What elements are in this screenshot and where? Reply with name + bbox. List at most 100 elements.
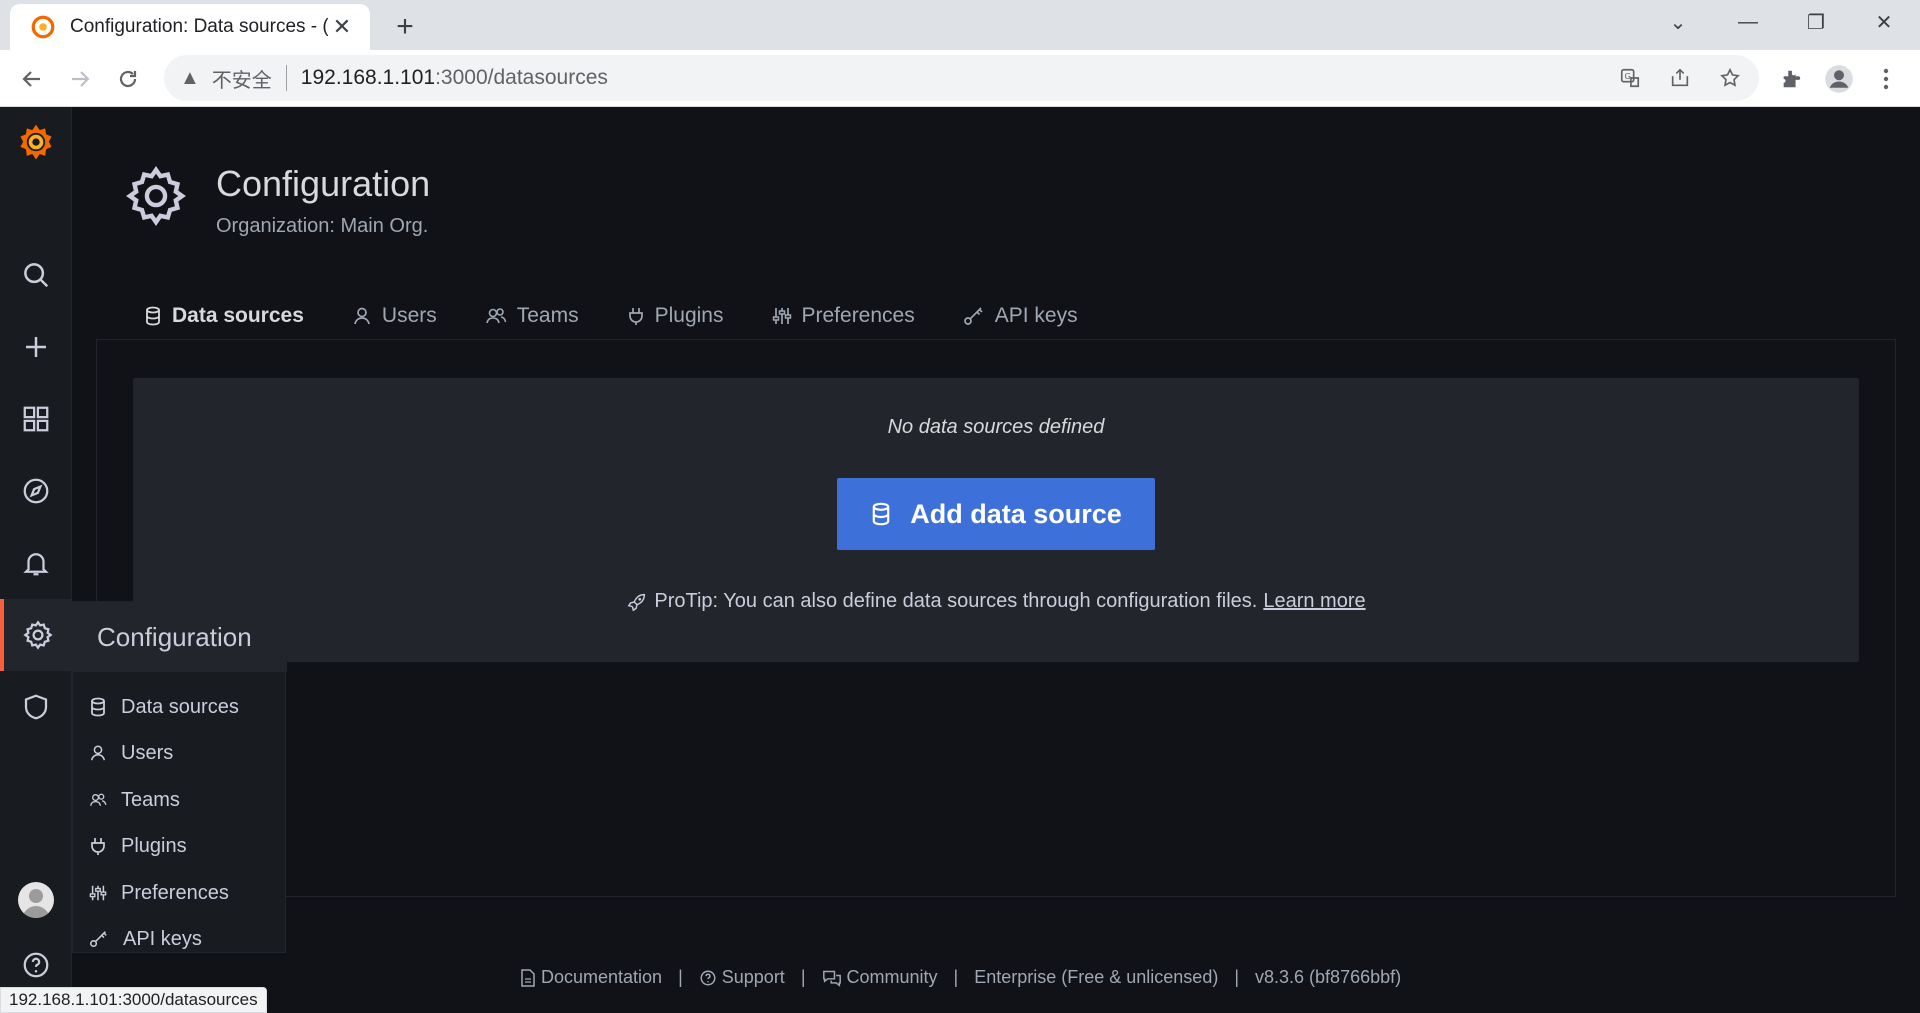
address-bar[interactable]: ▲ 不安全 192.168.1.101 :3000/datasources G xyxy=(164,55,1759,101)
plug-icon xyxy=(91,838,105,855)
search-icon[interactable] xyxy=(0,239,72,311)
flyout-item-label: Plugins xyxy=(121,834,187,857)
page-header-gear-icon xyxy=(123,163,189,229)
side-menu xyxy=(0,107,72,1013)
warning-icon[interactable]: ▲ xyxy=(180,67,200,90)
protip-text: ProTip: You can also define data sources… xyxy=(654,590,1258,612)
reload-icon[interactable] xyxy=(108,59,148,99)
footer-separator: | xyxy=(1234,967,1240,987)
flyout-item-teams[interactable]: Teams xyxy=(73,777,287,823)
configuration-gear-icon[interactable] xyxy=(0,599,72,671)
empty-list-cta: No data sources defined Add data source … xyxy=(133,378,1859,662)
browser-tab-bar: Configuration: Data sources - ( ✕ + ⌄ — … xyxy=(0,0,1920,50)
browser-menu-icon[interactable] xyxy=(1866,59,1906,99)
empty-message: No data sources defined xyxy=(887,416,1105,438)
page-title: Configuration xyxy=(216,163,431,204)
url-host: 192.168.1.101 xyxy=(300,66,436,89)
comments-icon xyxy=(822,970,841,987)
flyout-item-label: Users xyxy=(121,741,174,764)
flyout-item-plugins[interactable]: Plugins xyxy=(73,823,287,869)
svg-text:G: G xyxy=(1625,71,1631,81)
database-icon xyxy=(91,697,105,717)
footer-separator: | xyxy=(678,967,683,987)
footer-separator: | xyxy=(800,967,806,987)
tab-preferences-label: Preferences xyxy=(801,304,915,327)
restore-icon[interactable]: ❐ xyxy=(1782,0,1850,44)
tab-teams-label: Teams xyxy=(516,304,579,327)
tab-teams[interactable]: Teams xyxy=(461,285,603,347)
omnibox-actions: G xyxy=(1615,63,1745,93)
browser-tab-title: Configuration: Data sources - ( xyxy=(70,16,328,37)
tab-users[interactable]: Users xyxy=(328,285,461,347)
footer-support-link[interactable]: Support xyxy=(699,967,785,988)
user-icon xyxy=(90,745,106,761)
address-separator xyxy=(285,65,287,91)
browser-tab[interactable]: Configuration: Data sources - ( ✕ xyxy=(10,4,370,50)
sliders-icon xyxy=(772,308,791,324)
close-window-icon[interactable]: ✕ xyxy=(1850,0,1918,44)
flyout-item-label: Preferences xyxy=(121,881,229,904)
tab-plugins-label: Plugins xyxy=(654,304,724,327)
users-icon xyxy=(89,793,107,806)
grafana-favicon-icon xyxy=(31,15,55,39)
dashboards-icon[interactable] xyxy=(0,383,72,455)
url-path: :3000/datasources xyxy=(435,66,608,89)
forward-icon[interactable] xyxy=(60,59,100,99)
configuration-flyout-menu: Configuration Data sources Users Teams P… xyxy=(72,601,287,953)
database-icon xyxy=(872,502,890,526)
plug-icon xyxy=(628,308,643,325)
user-avatar[interactable] xyxy=(18,882,54,918)
alerting-bell-icon[interactable] xyxy=(0,527,72,599)
share-icon[interactable] xyxy=(1665,63,1695,93)
bookmark-star-icon[interactable] xyxy=(1715,63,1745,93)
footer-version: v8.3.6 (bf8766bbf) xyxy=(1255,967,1402,987)
flyout-item-label: Data sources xyxy=(121,695,239,718)
translate-icon[interactable]: G xyxy=(1615,63,1645,93)
page-subtitle: Organization: Main Org. xyxy=(216,215,429,237)
grafana-logo-icon[interactable] xyxy=(0,107,72,179)
footer: Documentation | Support | Community | En… xyxy=(520,967,1401,988)
key-icon xyxy=(963,307,983,325)
flyout-item-label: Teams xyxy=(121,788,180,811)
server-admin-shield-icon[interactable] xyxy=(0,671,72,743)
flyout-item-data-sources[interactable]: Data sources xyxy=(73,684,287,730)
protip: ProTip: You can also define data sources… xyxy=(133,590,1859,613)
back-icon[interactable] xyxy=(12,59,52,99)
tab-api-keys-label: API keys xyxy=(994,304,1078,327)
explore-compass-icon[interactable] xyxy=(0,455,72,527)
security-label[interactable]: 不安全 xyxy=(212,64,272,93)
tab-search-icon[interactable]: ⌄ xyxy=(1644,0,1712,44)
tab-data-sources-label: Data sources xyxy=(172,304,304,327)
document-icon xyxy=(521,968,535,987)
tab-users-label: Users xyxy=(381,304,437,327)
question-circle-icon xyxy=(700,970,716,985)
rocket-icon xyxy=(627,593,646,611)
flyout-item-api-keys[interactable]: API keys xyxy=(73,916,287,962)
minimize-icon[interactable]: — xyxy=(1714,0,1782,44)
footer-edition[interactable]: Enterprise (Free & unlicensed) xyxy=(974,967,1218,988)
footer-separator: | xyxy=(953,967,959,987)
key-icon xyxy=(90,931,107,948)
learn-more-link[interactable]: Learn more xyxy=(1263,590,1365,613)
tab-plugins[interactable]: Plugins xyxy=(603,285,748,347)
footer-community-link[interactable]: Community xyxy=(822,967,938,988)
flyout-item-label: API keys xyxy=(123,927,202,950)
user-icon xyxy=(354,307,370,325)
flyout-item-users[interactable]: Users xyxy=(73,730,287,776)
close-tab-icon[interactable]: ✕ xyxy=(328,13,356,41)
database-icon xyxy=(146,306,160,326)
create-plus-icon[interactable] xyxy=(0,311,72,383)
footer-support-label: Support xyxy=(721,967,785,987)
tab-preferences[interactable]: Preferences xyxy=(748,285,939,347)
sliders-icon xyxy=(89,885,107,901)
tab-api-keys[interactable]: API keys xyxy=(939,285,1102,347)
tab-data-sources[interactable]: Data sources xyxy=(120,285,328,347)
new-tab-icon[interactable]: + xyxy=(388,10,422,44)
profile-icon[interactable] xyxy=(1819,59,1859,99)
flyout-item-preferences[interactable]: Preferences xyxy=(73,870,287,916)
add-data-source-button[interactable]: Add data source xyxy=(837,478,1155,550)
add-data-source-label: Add data source xyxy=(910,498,1122,529)
flyout-title[interactable]: Configuration xyxy=(73,602,287,672)
footer-documentation-link[interactable]: Documentation xyxy=(520,967,662,988)
extensions-icon[interactable] xyxy=(1771,59,1811,99)
